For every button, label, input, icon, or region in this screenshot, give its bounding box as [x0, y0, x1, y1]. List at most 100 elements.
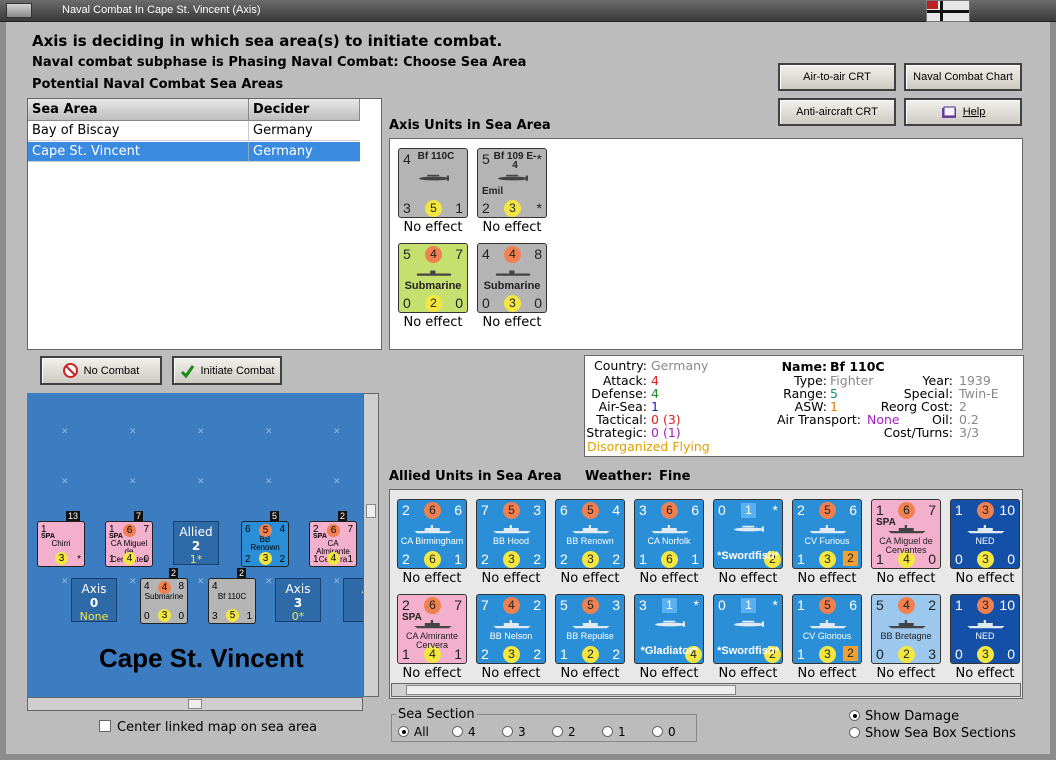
unit-counter[interactable]: 3 * 1 4 *Gladiator*: [634, 594, 704, 664]
radio-button[interactable]: [552, 726, 563, 737]
map-horizontal-scrollbar[interactable]: [27, 697, 363, 711]
unit-status: Disorganized Flying: [587, 439, 710, 454]
unit-counter[interactable]: 7 2 4 2 2 3 BB Nelson: [476, 594, 546, 664]
unit-bottom-right-value: 0: [1007, 551, 1015, 567]
sea-grid-mark: ✕: [197, 477, 205, 487]
unit-counter[interactable]: 6 4 5 2 2 3 BB Renown: [555, 499, 625, 569]
show-damage-radio[interactable]: Show Damage: [849, 709, 959, 724]
effect-label: No effect: [718, 666, 778, 681]
unit-counter[interactable]: 5 * 2 * 3 Bf 109 E-4 Emil: [477, 148, 547, 218]
radio-button[interactable]: [502, 726, 513, 737]
sea-box-value: 0: [89, 596, 99, 610]
warship-icon: [651, 525, 689, 534]
map-unit-stack-count: 5: [270, 511, 280, 521]
radio-button[interactable]: [652, 726, 663, 737]
unit-counter[interactable]: 4 3 1 5 Bf 110C: [398, 148, 468, 218]
cost-label: Cost/Turns:: [883, 425, 953, 440]
unit-counter[interactable]: 1 6 5 1 2 3 CV Glorious: [792, 594, 862, 664]
sea-section-option[interactable]: All: [398, 725, 452, 739]
effect-label: No effect: [718, 571, 778, 586]
sea-section-option[interactable]: 1: [602, 725, 652, 739]
unit-counter[interactable]: 5 2 4 0 3 2 BB Bretagne: [871, 594, 941, 664]
submarine-icon: [416, 270, 452, 276]
german-flag-icon: [926, 0, 970, 22]
unit-top-right-value: 10: [999, 597, 1015, 613]
unit-counter[interactable]: 1 10 3 0 0 3 NED: [950, 499, 1020, 569]
anti-aircraft-crt-button[interactable]: Anti-aircraft CRT: [778, 98, 896, 126]
radio-button[interactable]: [849, 727, 860, 738]
unit-counter[interactable]: 2 7 6 1 1 4 CA Almirante Cervera SPA: [397, 594, 467, 664]
sea-section-option[interactable]: 3: [502, 725, 552, 739]
country-label: Country:: [594, 358, 647, 373]
sea-box-note: None: [79, 610, 109, 623]
no-entry-icon: [62, 363, 78, 378]
map-unit-counter[interactable]: 2 Submarine 4 4 8 0 3 0: [140, 568, 188, 624]
scroll-thumb[interactable]: [406, 685, 736, 695]
unit-counter[interactable]: 1 7 6 1 0 4 CA Miguel de Cervantes SPA: [871, 499, 941, 569]
initiate-combat-label: Initiate Combat: [200, 364, 275, 377]
sea-area-map[interactable]: Cape St. Vincent ✕✕✕✕✕✕✕✕✕✕✕✕✕✕✕✕✕✕✕✕13C…: [27, 393, 363, 697]
column-header-sea-area[interactable]: Sea Area: [28, 99, 249, 121]
sea-areas-heading: Potential Naval Combat Sea Areas: [32, 77, 284, 92]
map-unit-counter[interactable]: 2 Bf 110C 4 3 5 1: [208, 568, 256, 624]
unit-name: CA Miguel de Cervantes: [879, 536, 933, 555]
strategic-max: (1): [662, 425, 681, 440]
initiate-combat-button[interactable]: Initiate Combat: [172, 356, 282, 385]
map-unit-counter[interactable]: 2CA Almirante CerveraSPA267141: [309, 511, 357, 567]
naval-combat-chart-button[interactable]: Naval Combat Chart: [904, 63, 1022, 91]
warship-icon: [414, 525, 452, 534]
sea-box-value: 2: [191, 539, 201, 553]
unit-counter[interactable]: 2 6 5 1 2 3 CV Furious: [792, 499, 862, 569]
warship-icon: [888, 620, 926, 629]
unit-counter[interactable]: 5 3 5 1 2 2 BB Repulse: [555, 594, 625, 664]
map-unit-counter[interactable]: 5 BB Renown 6 5 4 2 3 2: [241, 511, 289, 567]
unit-counter[interactable]: 0*1*2*Swordfish*: [713, 594, 783, 664]
naval-chart-label: Naval Combat Chart: [913, 71, 1013, 83]
sea-section-option[interactable]: 0: [652, 725, 702, 739]
window-menu-button[interactable]: [6, 3, 32, 18]
unit-bottom-right-value: 3: [928, 646, 936, 662]
radio-button[interactable]: [849, 710, 860, 721]
unit-top-right-value: 6: [454, 502, 462, 518]
radio-button[interactable]: [398, 726, 409, 737]
unit-attack-value: 4: [503, 597, 520, 614]
unit-counter[interactable]: 0*1*2*Swordfish*: [713, 499, 783, 569]
map-unit-counter[interactable]: 7CA Miguel de CervantesSPA167140: [105, 511, 153, 567]
unit-counter[interactable]: 5 7 4 0 0 2 Submarine: [398, 243, 468, 313]
checkbox-box[interactable]: [99, 720, 111, 732]
map-v-thumb[interactable]: [366, 504, 376, 518]
strategic-current: 0: [651, 425, 659, 440]
map-unit-counter[interactable]: 13 Chirri SPA 1 3 *: [37, 511, 85, 567]
unit-top-left-value: 5: [560, 597, 568, 613]
show-sea-box-radio[interactable]: Show Sea Box Sections: [849, 726, 1016, 741]
unit-name: CV Furious: [804, 536, 850, 546]
no-combat-button[interactable]: No Combat: [40, 356, 162, 385]
unit-top-left-value: 7: [481, 597, 489, 613]
unit-name: BB Renown: [566, 536, 614, 546]
unit-counter[interactable]: 2 6 6 2 1 6 CA Birmingham: [397, 499, 467, 569]
air-to-air-crt-button[interactable]: Air-to-air CRT: [778, 63, 896, 91]
unit-counter[interactable]: 3 6 6 1 1 6 CA Norfolk: [634, 499, 704, 569]
sea-section-option[interactable]: 4: [452, 725, 502, 739]
column-header-decider[interactable]: Decider: [249, 99, 360, 121]
effect-label: No effect: [639, 571, 699, 586]
unit-name: CA Almirante Cervera: [405, 631, 459, 650]
map-unit-value-tm: 5: [259, 524, 272, 537]
radio-button[interactable]: [602, 726, 613, 737]
unit-bottom-right-value: *: [536, 200, 542, 216]
help-button[interactable]: Help: [904, 98, 1022, 126]
unit-top-right-value: 6: [691, 502, 699, 518]
unit-counter[interactable]: 7 3 5 2 2 3 BB Hood: [476, 499, 546, 569]
allied-horizontal-scrollbar[interactable]: [391, 683, 1021, 697]
unit-attack-value: 3: [977, 502, 994, 519]
sea-section-option[interactable]: 2: [552, 725, 602, 739]
cost-value: 3/3: [959, 425, 980, 440]
radio-button[interactable]: [452, 726, 463, 737]
map-h-thumb[interactable]: [188, 699, 202, 709]
map-vertical-scrollbar[interactable]: [363, 393, 379, 697]
unit-counter[interactable]: 1 10 3 0 0 3 NED: [950, 594, 1020, 664]
unit-top-right-value: *: [693, 597, 699, 613]
center-map-checkbox[interactable]: Center linked map on sea area: [99, 720, 317, 735]
sea-grid-mark: ✕: [61, 577, 69, 587]
unit-counter[interactable]: 4 8 4 0 0 3 Submarine: [477, 243, 547, 313]
